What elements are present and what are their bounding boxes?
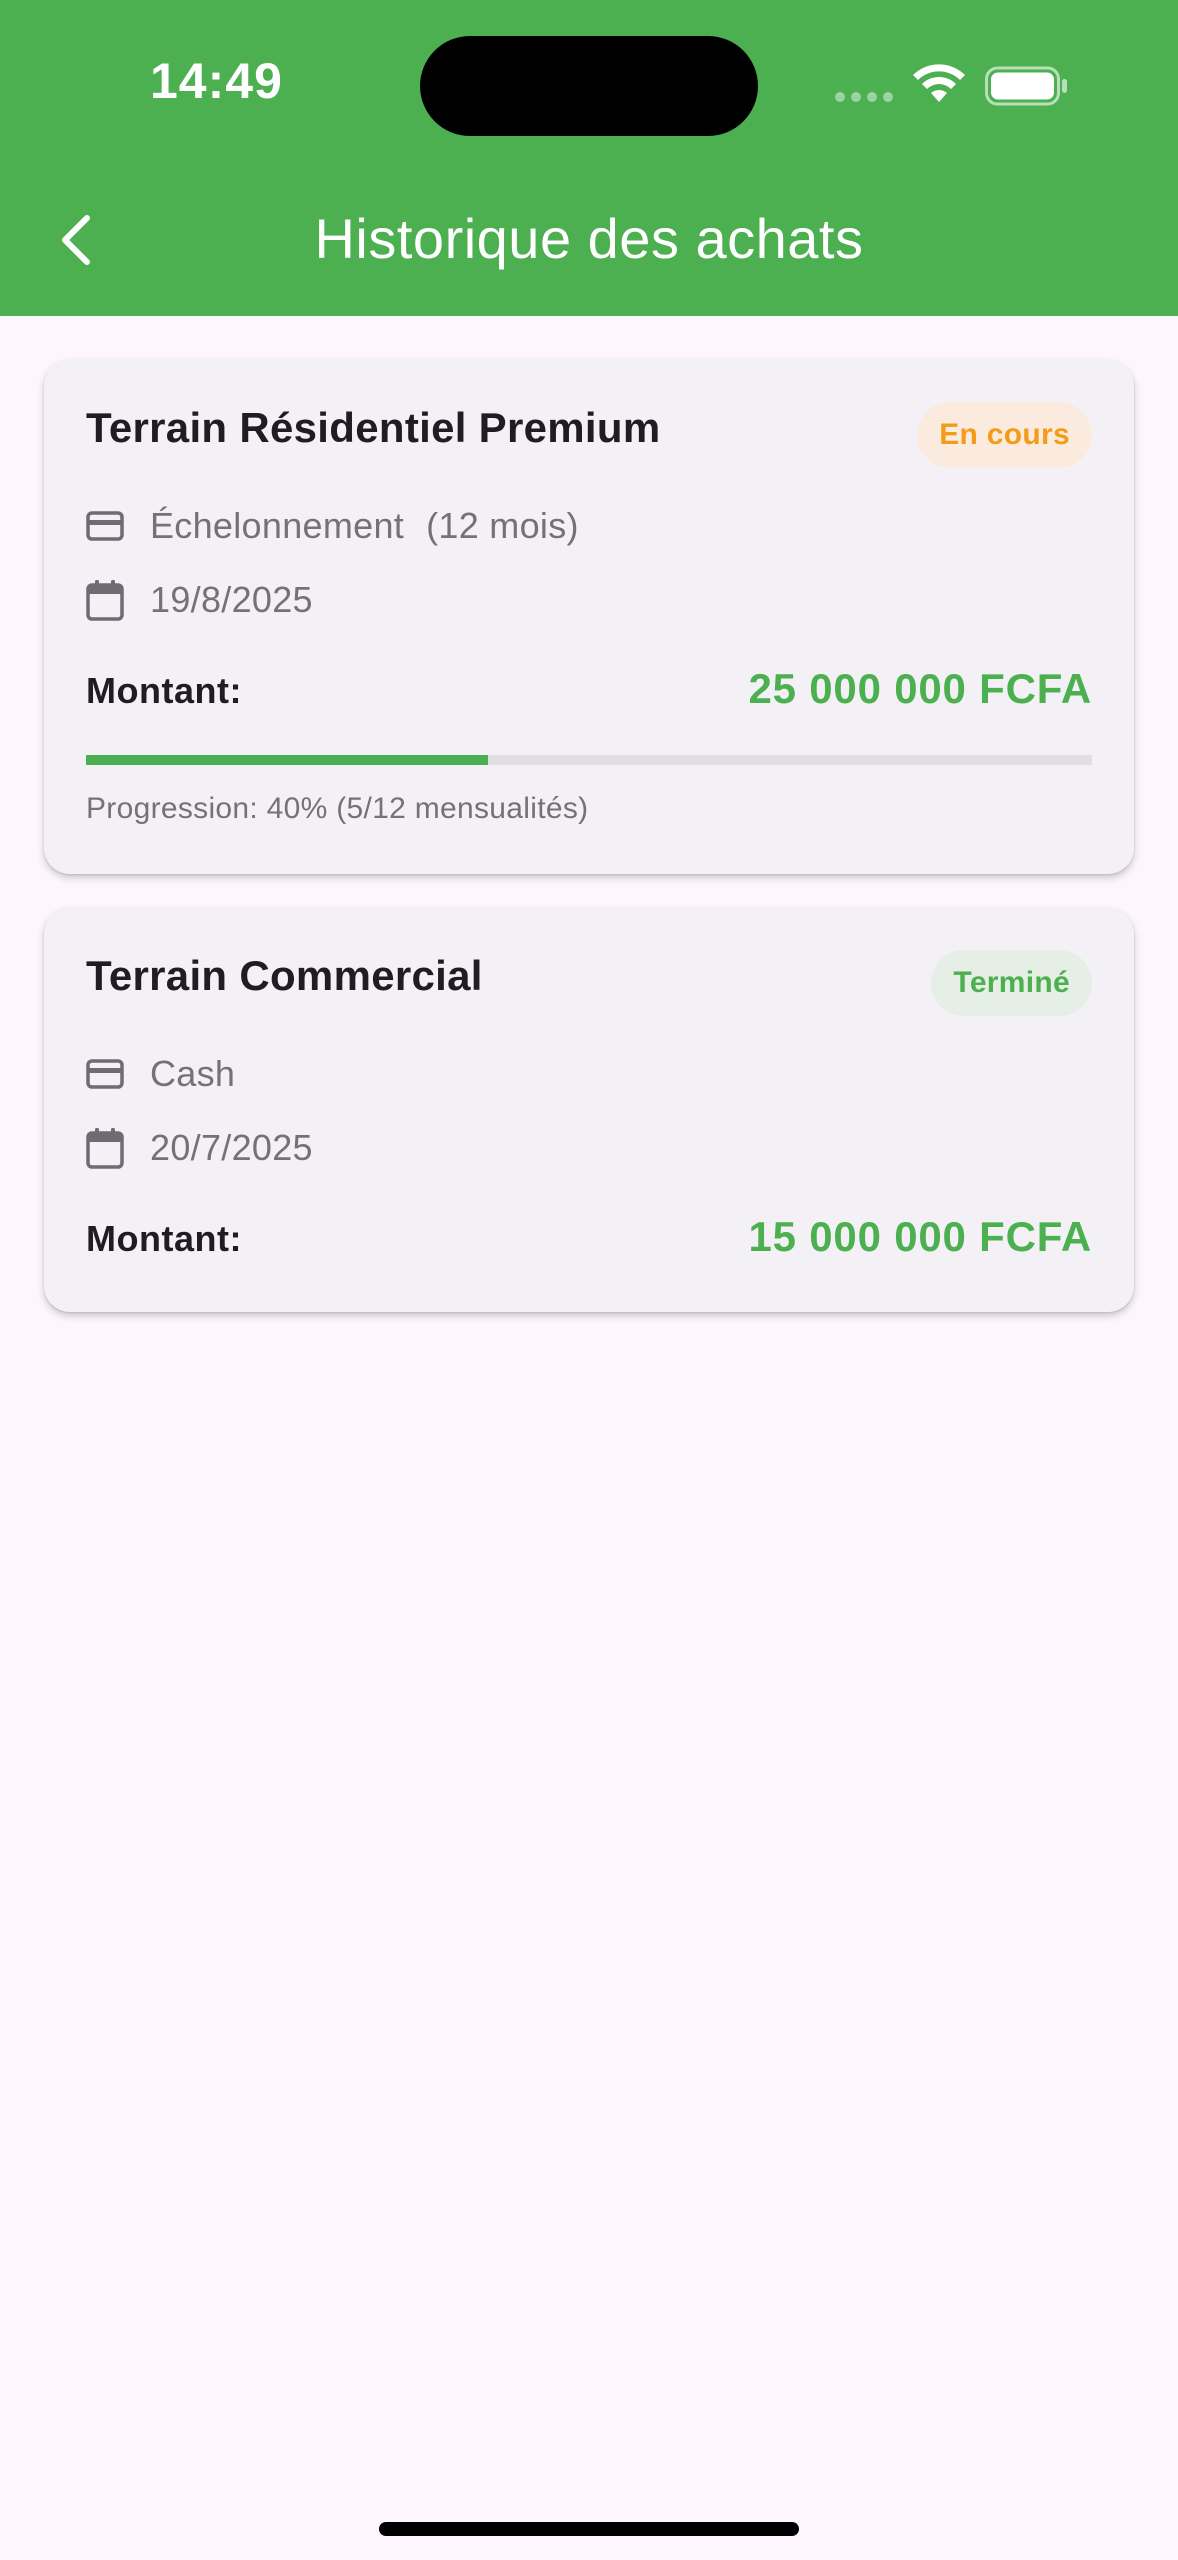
payment-type: Cash: [150, 1053, 236, 1094]
amount-value: 25 000 000 FCFA: [748, 665, 1092, 712]
wifi-icon: [913, 64, 965, 102]
status-badge: Terminé: [931, 950, 1092, 1016]
home-indicator[interactable]: [379, 2522, 799, 2536]
battery-icon: [985, 66, 1067, 106]
payment-method-row: Échelonnement (12 mois): [86, 498, 579, 554]
payment-detail: (12 mois): [426, 505, 579, 546]
purchase-card[interactable]: Terrain Résidentiel Premium En cours Éch…: [44, 360, 1134, 874]
status-time: 14:49: [150, 53, 283, 109]
purchase-card[interactable]: Terrain Commercial Terminé Cash 20/7/202…: [44, 908, 1134, 1312]
progress-text: Progression: 40% (5/12 mensualités): [86, 792, 589, 825]
date-row: 20/7/2025: [86, 1120, 313, 1176]
purchase-title: Terrain Résidentiel Premium: [86, 404, 661, 451]
calendar-icon: [86, 1128, 124, 1169]
amount-label: Montant:: [86, 1218, 242, 1259]
app-bar: 14:49 Historique des achats: [0, 0, 1178, 316]
date-row: 19/8/2025: [86, 572, 313, 628]
credit-card-icon: [86, 511, 124, 541]
cellular-signal-icon: [835, 92, 895, 104]
progress-bar: [86, 755, 1092, 765]
credit-card-icon: [86, 1059, 124, 1089]
purchase-date: 20/7/2025: [150, 1127, 313, 1168]
progress-fill: [86, 755, 489, 765]
purchase-title: Terrain Commercial: [86, 952, 483, 999]
calendar-icon: [86, 580, 124, 621]
purchase-date: 19/8/2025: [150, 579, 313, 620]
payment-method-row: Cash: [86, 1046, 235, 1102]
amount-value: 15 000 000 FCFA: [748, 1213, 1092, 1260]
page-title: Historique des achats: [314, 207, 864, 270]
payment-type: Échelonnement: [150, 505, 405, 546]
dynamic-island: [420, 36, 758, 136]
amount-label: Montant:: [86, 670, 242, 711]
status-badge: En cours: [917, 402, 1092, 468]
